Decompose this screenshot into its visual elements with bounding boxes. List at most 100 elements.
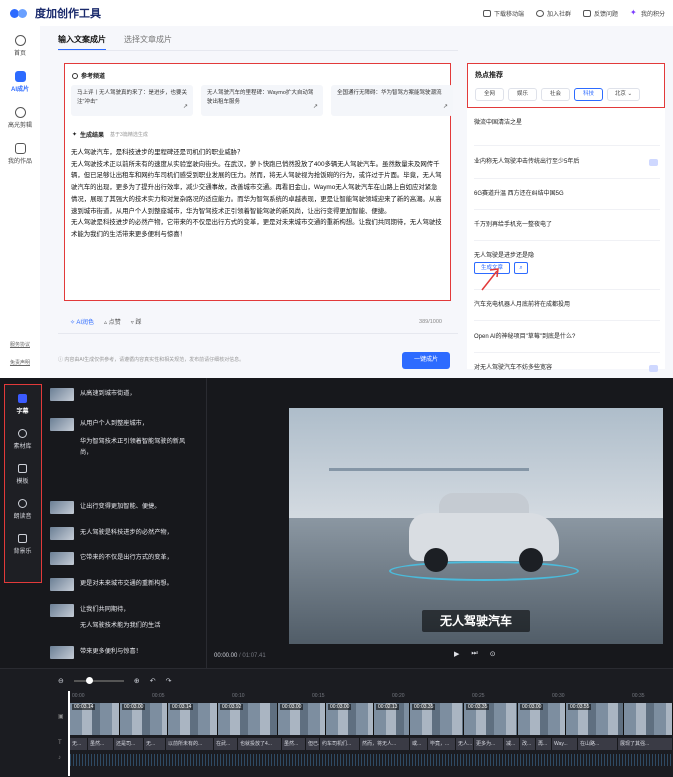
search-button[interactable]: ⌕ bbox=[514, 262, 529, 274]
hot-item[interactable]: 千万别再给手机充一整夜电了 bbox=[474, 210, 660, 241]
sidebar-item-template[interactable]: 模板 bbox=[5, 458, 40, 490]
subtitle-clip[interactable]: 或... bbox=[410, 738, 428, 750]
video-caption[interactable]: 无人驾驶汽车 bbox=[422, 610, 530, 632]
hot-category[interactable]: 娱乐 bbox=[508, 88, 537, 101]
video-clip[interactable]: 00:03.35 bbox=[464, 703, 518, 735]
video-clip[interactable]: 00:02.13 bbox=[374, 703, 410, 735]
hot-item[interactable]: 6G赛道升温 西方还在纠结中国5G bbox=[474, 179, 660, 210]
reference-card[interactable]: 全国通行无障碍：华为智驾方案能驾驶潮流 ↗ bbox=[331, 85, 453, 116]
video-clip[interactable]: 00:03.92 bbox=[218, 703, 278, 735]
tab-select-article[interactable]: 选择文章成片 bbox=[124, 34, 172, 51]
subtitle-clip[interactable]: 无人... bbox=[456, 738, 474, 750]
fullscreen-icon[interactable]: ⊙ bbox=[490, 650, 496, 658]
play-icon[interactable]: ▶ bbox=[454, 650, 459, 658]
subtitle-clip[interactable]: 然而，将无人... bbox=[360, 738, 410, 750]
reference-card[interactable]: 无人驾驶汽车的里程碑：Waymo扩大自动驾驶出租车服务 ↗ bbox=[201, 85, 323, 116]
hot-category[interactable]: 全网 bbox=[475, 88, 504, 101]
app-logo[interactable]: 度加创作工具 bbox=[10, 5, 101, 21]
top-link-community[interactable]: 加入社群 bbox=[535, 9, 571, 18]
subtitle-row[interactable]: 更是对未来城市交通的重新构想。 bbox=[50, 578, 202, 591]
sidebar-item-subtitles[interactable]: 字幕 bbox=[5, 388, 40, 420]
reference-card[interactable]: 马上评丨无人驾驶真的来了：是进步，也要关注"冲击" ↗ bbox=[71, 85, 193, 116]
video-preview[interactable]: 无人驾驶汽车 bbox=[289, 408, 663, 644]
nav-item-home[interactable]: 首页 bbox=[0, 30, 40, 62]
top-link-points[interactable]: ✦ 我的积分 bbox=[630, 9, 665, 18]
subtitle-clip[interactable]: 无... bbox=[144, 738, 166, 750]
nav-item-works[interactable]: 我的作品 bbox=[0, 138, 40, 170]
next-frame-icon[interactable]: ⏭ bbox=[471, 650, 477, 658]
subtitle-clip[interactable]: 再... bbox=[536, 738, 552, 750]
subtitle-clip[interactable]: 更多为... bbox=[474, 738, 504, 750]
subtitle-text: 无人驾驶是科技进步的必然产物， bbox=[80, 529, 173, 536]
nav-item-ai[interactable]: AI成片 bbox=[0, 66, 40, 98]
video-clip[interactable]: 00:03.14 bbox=[168, 703, 218, 735]
subtitle-row[interactable]: 无人驾驶是科技进步的必然产物， bbox=[50, 527, 202, 540]
subtitle-clip[interactable]: 毕竟，... bbox=[428, 738, 456, 750]
subtitle-row[interactable]: 它带来的不仅是出行方式的变革， bbox=[50, 552, 202, 565]
video-clip[interactable] bbox=[624, 703, 673, 735]
subtitle-clip[interactable]: 还是司... bbox=[114, 738, 144, 750]
subtitle-clip[interactable]: Way... bbox=[552, 738, 578, 750]
subtitle-clip[interactable]: 改... bbox=[520, 738, 536, 750]
hot-item[interactable]: Open AI的神秘项目"草莓"到底是什么? bbox=[474, 321, 660, 353]
subtitle-clip[interactable]: 虽然... bbox=[282, 738, 306, 750]
zoom-in-icon[interactable]: ⊕ bbox=[134, 677, 140, 685]
subtitle-clip[interactable]: 也就投放了4... bbox=[238, 738, 282, 750]
hot-item[interactable]: 业内称无人驾驶冲击传统出行至少5年后 bbox=[474, 146, 660, 179]
subtitle-row[interactable]: 从用户个人到整座城市， bbox=[50, 418, 202, 431]
subtitle-row[interactable]: 带来更多便利与惊喜！ bbox=[50, 646, 202, 659]
playhead[interactable] bbox=[68, 691, 70, 776]
top-link-download[interactable]: 下载移动端 bbox=[482, 9, 524, 18]
audio-waveform-track[interactable] bbox=[70, 754, 673, 766]
video-clip[interactable]: 00:03.14 bbox=[70, 703, 120, 735]
disclaimer-link[interactable]: 免责声明 bbox=[0, 359, 40, 366]
dislike-button[interactable]: ▿ 踩 bbox=[131, 317, 142, 326]
reference-icon bbox=[72, 72, 78, 79]
hot-item[interactable]: 汽车充电机器人月底前将在成都投用 bbox=[474, 290, 660, 321]
subtitle-row[interactable]: 让我们共同期待， bbox=[50, 604, 202, 617]
hot-category[interactable]: 社会 bbox=[541, 88, 570, 101]
video-clip[interactable]: 00:03.00 bbox=[326, 703, 374, 735]
video-clip[interactable]: 00:03.00 bbox=[120, 703, 168, 735]
subtitle-clip[interactable]: 在山路... bbox=[578, 738, 618, 750]
sidebar-item-library[interactable]: 素材库 bbox=[5, 423, 40, 455]
subtitle-clip[interactable]: 以前所未有的... bbox=[166, 738, 214, 750]
logo-text: 度加创作工具 bbox=[35, 8, 101, 20]
top-link-feedback[interactable]: 反馈问题 bbox=[582, 9, 618, 18]
subtitle-clip[interactable]: 虽然... bbox=[88, 738, 114, 750]
subtitle-row-continued[interactable]: 无人驾驶技术能为我们的生活 bbox=[50, 620, 202, 631]
subtitle-row[interactable]: 从高速到城市街道， bbox=[50, 388, 202, 401]
clip-duration: 00:03.14 bbox=[72, 704, 96, 710]
subtitle-thumbnail bbox=[50, 578, 74, 591]
subtitle-clip[interactable]: 但已... bbox=[306, 738, 320, 750]
generate-video-button[interactable]: 一键成片 bbox=[402, 352, 450, 369]
video-clip[interactable]: 00:03.35 bbox=[410, 703, 464, 735]
ai-polish-button[interactable]: ✧ AI润色 bbox=[70, 317, 94, 326]
hot-category-active[interactable]: 科技 bbox=[574, 88, 603, 101]
subtitle-row-continued[interactable]: 华为智驾技术正引领着智能驾驶的新风尚， bbox=[50, 436, 202, 458]
hot-category-dropdown[interactable]: 北京 ⌄ bbox=[607, 88, 640, 101]
zoom-slider-knob[interactable] bbox=[85, 677, 93, 684]
tab-input-text[interactable]: 输入文案成片 bbox=[58, 34, 106, 51]
sidebar-item-music[interactable]: 背景乐 bbox=[5, 528, 40, 560]
subtitle-clip[interactable]: 减... bbox=[504, 738, 520, 750]
redo-icon[interactable]: ↷ bbox=[166, 677, 172, 685]
subtitle-row[interactable]: 让出行变得更加智能、便捷。 bbox=[50, 501, 202, 514]
hot-item[interactable]: 微流中国清洁之星 bbox=[474, 113, 660, 146]
video-clip[interactable]: 00:03.00 bbox=[518, 703, 566, 735]
zoom-slider[interactable] bbox=[73, 677, 124, 684]
like-button[interactable]: ▵ 点赞 bbox=[104, 317, 121, 326]
service-agreement-link[interactable]: 服务协议 bbox=[0, 341, 40, 348]
subtitle-clip[interactable]: 在武... bbox=[214, 738, 238, 750]
undo-icon[interactable]: ↶ bbox=[150, 677, 156, 685]
sidebar-item-voice[interactable]: 朗读音 bbox=[5, 493, 40, 525]
generated-text[interactable]: 无人驾驶汽车，是科技进步的里程碑还是司机们的职业威胁？ 无人驾驶技术正以前所未有… bbox=[71, 147, 443, 241]
subtitle-clip[interactable]: 约车司机们... bbox=[320, 738, 360, 750]
subtitle-clip[interactable]: 无... bbox=[70, 738, 88, 750]
subtitle-clip[interactable]: 展现了其强... bbox=[618, 738, 673, 750]
text-editor[interactable]: 参考频道 马上评丨无人驾驶真的来了：是进步，也要关注"冲击" ↗ 无人驾驶汽车的… bbox=[64, 63, 453, 301]
video-clip[interactable]: 00:03.00 bbox=[278, 703, 326, 735]
video-clip[interactable]: 00:03.55 bbox=[566, 703, 624, 735]
zoom-out-icon[interactable]: ⊖ bbox=[58, 677, 64, 685]
nav-item-highlight[interactable]: 高光剪辑 bbox=[0, 102, 40, 134]
